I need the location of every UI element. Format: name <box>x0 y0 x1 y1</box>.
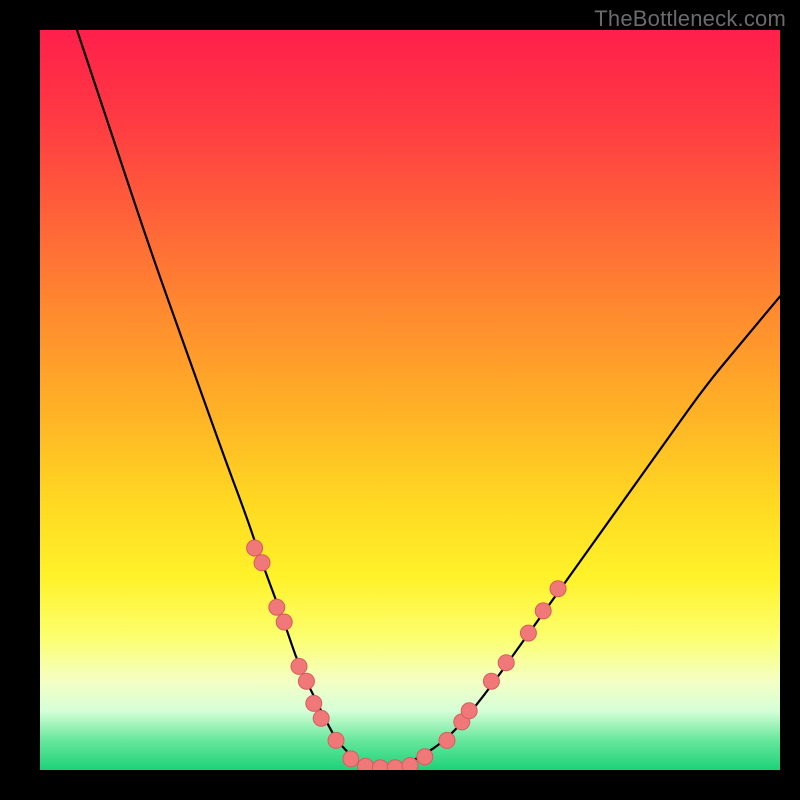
highlight-dot <box>276 614 292 630</box>
highlight-dot <box>461 703 477 719</box>
highlight-dot <box>372 760 388 770</box>
highlight-dot <box>387 760 403 770</box>
highlight-dot <box>535 603 551 619</box>
highlight-dot <box>313 710 329 726</box>
highlight-dot <box>550 581 566 597</box>
highlight-dot <box>247 540 263 556</box>
highlight-dot <box>298 673 314 689</box>
highlight-dot <box>439 732 455 748</box>
highlight-dot <box>520 625 536 641</box>
chart-frame: TheBottleneck.com <box>0 0 800 800</box>
highlight-dot <box>417 749 433 765</box>
highlight-dot <box>328 732 344 748</box>
highlight-dot <box>498 655 514 671</box>
bottleneck-curve-path <box>77 30 780 770</box>
highlight-dot <box>269 599 285 615</box>
watermark-text: TheBottleneck.com <box>594 6 786 32</box>
highlight-dot <box>402 758 418 770</box>
highlight-dot <box>358 758 374 770</box>
plot-area <box>40 30 780 770</box>
highlight-dot <box>343 751 359 767</box>
highlight-dot <box>291 658 307 674</box>
highlight-dot <box>483 673 499 689</box>
highlight-dot <box>254 555 270 571</box>
chart-svg <box>40 30 780 770</box>
highlight-dot <box>306 695 322 711</box>
